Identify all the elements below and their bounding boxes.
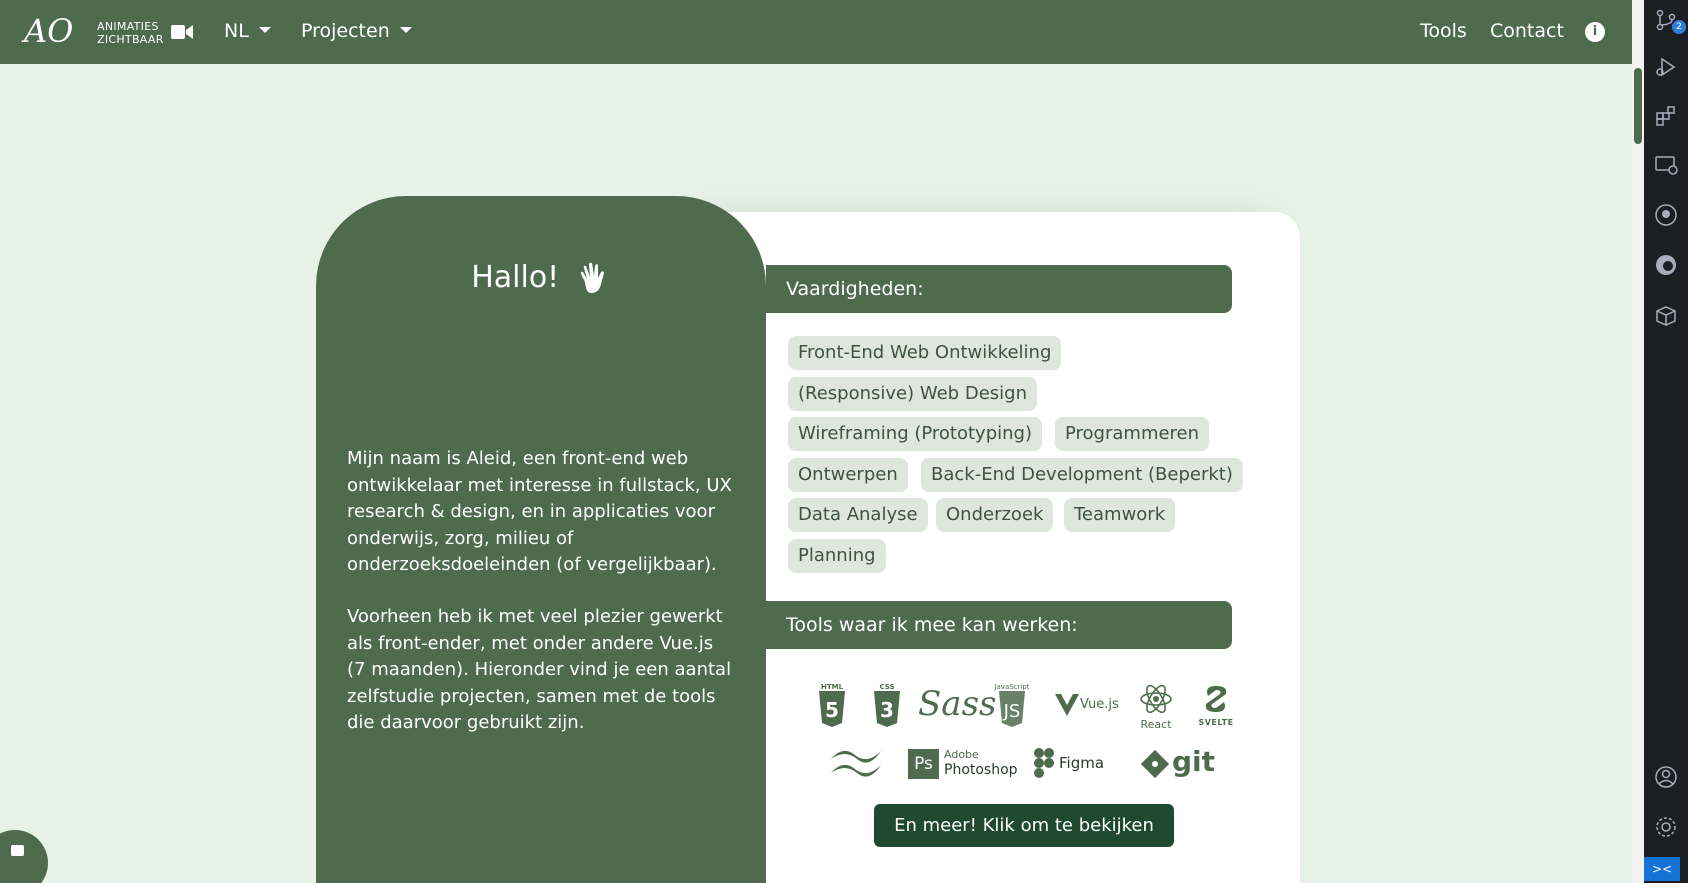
tailwind-wave-icon xyxy=(831,750,881,777)
brand-line-2: ZICHTBAAR xyxy=(97,33,164,46)
skill-chip: Back-End Development (Beperkt) xyxy=(921,458,1243,492)
activity-bar xyxy=(1644,0,1688,883)
brand-text[interactable]: ANIMATIES ZICHTBAAR xyxy=(97,20,164,46)
ps-icon: Ps xyxy=(908,749,939,779)
skill-chip: Wireframing (Prototyping) xyxy=(788,417,1042,451)
info-icon[interactable]: i xyxy=(1585,22,1605,42)
skill-chip: Data Analyse xyxy=(788,498,928,532)
account-icon[interactable] xyxy=(1654,765,1678,789)
scrollbar-thumb[interactable] xyxy=(1634,68,1642,144)
svg-text:3: 3 xyxy=(880,698,894,722)
javascript-logo: JavaScript JS xyxy=(993,683,1031,731)
github-icon[interactable] xyxy=(1654,203,1678,227)
settings-gear-icon[interactable] xyxy=(1654,815,1678,839)
react-logo-label: React xyxy=(1140,718,1172,731)
vue-v-icon xyxy=(1055,694,1079,716)
git-label: git xyxy=(1172,745,1216,778)
skill-chip: Programmeren xyxy=(1055,417,1210,451)
more-tools-button[interactable]: En meer! Klik om te bekijken xyxy=(874,804,1174,847)
svg-text:5: 5 xyxy=(825,698,839,722)
figma-label: Figma xyxy=(1059,754,1105,772)
svelte-logo: SVELTE xyxy=(1196,684,1236,727)
intro-panel: Hallo! Mijn naam is Aleid, een front-end… xyxy=(316,196,766,883)
css3-logo: CSS 3 xyxy=(870,683,904,731)
svelte-s-icon xyxy=(1205,686,1227,712)
greeting-heading: Hallo! xyxy=(316,260,766,296)
projects-label: Projecten xyxy=(301,20,390,42)
greeting-text: Hallo! xyxy=(471,260,560,295)
skill-chip: (Responsive) Web Design xyxy=(788,377,1037,411)
figma-shapes-icon xyxy=(1034,748,1054,778)
extensions-icon[interactable] xyxy=(1654,104,1678,128)
tailwind-logo xyxy=(828,745,884,781)
svg-text:JS: JS xyxy=(1003,701,1021,722)
bio-paragraph-1: Mijn naam is Aleid, een front-end web on… xyxy=(347,448,732,575)
css-logo-label: CSS xyxy=(879,683,895,691)
projects-dropdown[interactable]: Projecten xyxy=(301,20,412,42)
remote-connection-button[interactable]: >< xyxy=(1644,857,1680,881)
edge-browser-icon[interactable] xyxy=(1654,253,1678,277)
nav-link-tools[interactable]: Tools xyxy=(1420,20,1467,42)
page-scrollbar[interactable] xyxy=(1632,0,1644,883)
vue-logo-label: Vue.js xyxy=(1080,697,1119,712)
skill-chip: Planning xyxy=(788,539,886,573)
html5-logo: HTML 5 xyxy=(815,683,849,731)
skill-chip: Ontwerpen xyxy=(788,458,908,492)
waving-hand-icon xyxy=(580,262,604,293)
chevron-down-icon xyxy=(399,26,412,33)
chevron-down-icon xyxy=(258,26,271,33)
brand-line-1: ANIMATIES xyxy=(97,20,159,33)
javascript-logo-label: JavaScript xyxy=(994,683,1030,691)
skill-chip: Front-End Web Ontwikkeling xyxy=(788,336,1062,370)
vue-logo: Vue.js xyxy=(1055,694,1119,718)
figma-logo: Figma xyxy=(1033,747,1105,781)
navbar: AO ANIMATIES ZICHTBAAR NL Projecten Tool… xyxy=(0,0,1632,64)
skills-heading: Vaardigheden: xyxy=(766,265,1232,313)
bio-paragraph-2: Voorheen heb ik met veel plezier gewerkt… xyxy=(347,606,732,733)
photoshop-logo: Ps Adobe Photoshop xyxy=(908,748,1018,781)
chat-bubble-button[interactable] xyxy=(0,830,48,883)
git-logo: git xyxy=(1140,745,1216,781)
package-box-icon[interactable] xyxy=(1654,303,1678,327)
browser-viewport: AO ANIMATIES ZICHTBAAR NL Projecten Tool… xyxy=(0,0,1632,883)
skill-chip: Teamwork xyxy=(1064,498,1176,532)
sass-logo: Sass xyxy=(918,684,997,724)
source-control-badge: 2 xyxy=(1672,20,1686,34)
js-shield-icon: JS xyxy=(999,691,1025,727)
svelte-logo-label: SVELTE xyxy=(1198,718,1234,727)
html5-shield-icon: 5 xyxy=(819,691,845,727)
remote-explorer-icon[interactable] xyxy=(1654,153,1678,177)
css3-shield-icon: 3 xyxy=(874,691,900,727)
chat-icon xyxy=(11,845,24,856)
language-label: NL xyxy=(224,20,249,42)
brand-logo[interactable]: AO xyxy=(24,10,74,52)
adobe-label: Adobe xyxy=(944,748,979,761)
git-diamond-icon xyxy=(1140,749,1170,779)
react-logo: React xyxy=(1136,684,1176,731)
html-logo-label: HTML xyxy=(820,683,844,691)
tools-heading: Tools waar ik mee kan werken: xyxy=(766,601,1232,649)
photoshop-label: Photoshop xyxy=(944,762,1018,778)
nav-link-contact[interactable]: Contact xyxy=(1490,20,1564,42)
video-camera-icon xyxy=(171,25,193,39)
run-debug-icon[interactable] xyxy=(1654,55,1678,79)
language-dropdown[interactable]: NL xyxy=(224,20,271,42)
skill-chip: Onderzoek xyxy=(936,498,1054,532)
react-atom-icon xyxy=(1140,684,1172,714)
